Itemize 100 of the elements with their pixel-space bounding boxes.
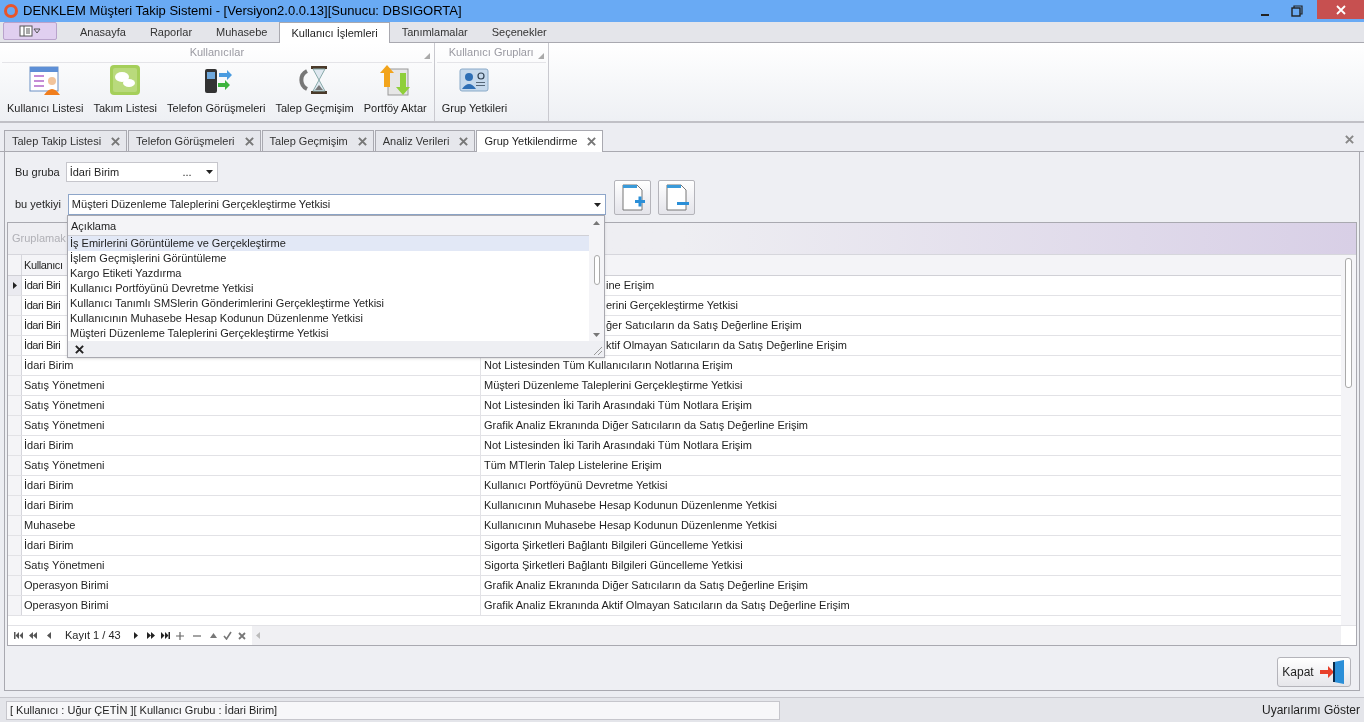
- dropdown-item[interactable]: İş Emirlerini Görüntüleme ve Gerçekleştirme: [68, 236, 589, 251]
- save-record-icon[interactable]: [222, 631, 232, 640]
- dropdown-item[interactable]: Kullanıcının Muhasebe Hesap Kodunun Düzenlenme Yetkisi: [68, 311, 589, 326]
- group-panel-hint: Gruplamak: [12, 231, 66, 247]
- table-cell-text: Muhasebe: [24, 518, 76, 534]
- group-dropdown[interactable]: İdari Birim ...: [65, 162, 218, 182]
- table-cell-text: Operasyon Birimi: [24, 598, 109, 614]
- first-record-icon[interactable]: [14, 632, 23, 639]
- ribbon-tab[interactable]: Anasayfa: [68, 22, 138, 42]
- restore-icon[interactable]: [1291, 5, 1303, 17]
- previous-record-icon[interactable]: [47, 632, 51, 639]
- close-window-button[interactable]: Kapat: [1277, 657, 1351, 687]
- add-button[interactable]: [614, 180, 651, 215]
- table-cell-text: İdari Birim: [24, 358, 74, 374]
- vertical-scrollbar[interactable]: [1341, 255, 1356, 625]
- table-cell-text: Operasyon Birimi: [24, 578, 109, 594]
- close-icon: [244, 136, 254, 146]
- last-record-icon[interactable]: [160, 632, 170, 639]
- ribbon-tab[interactable]: Raporlar: [137, 22, 205, 42]
- add-record-icon[interactable]: [175, 631, 184, 640]
- caret-icon: [593, 202, 601, 207]
- document-tab[interactable]: Telefon Görüşmeleri: [128, 130, 261, 151]
- resize-grip-icon[interactable]: [592, 345, 602, 355]
- table-cell-text: erini Gerçekleştirme Yetkisi: [606, 298, 739, 314]
- status-text: [ Kullanıcı : Uğur ÇETİN ][ Kullanıcı Grubu : İdari Birim]: [10, 702, 278, 718]
- close-icon: [357, 136, 367, 146]
- row-indicator-icon: [12, 282, 17, 289]
- scroll-down-icon: [593, 333, 600, 337]
- table-cell-text: Not Listesinden İki Tarih Arasındaki Tüm Notlara Erişim: [484, 398, 752, 414]
- table-cell-text: Tüm MTlerin Talep Listelerine Erişim: [484, 458, 662, 474]
- document-tab[interactable]: Talep Geçmişim: [261, 130, 374, 151]
- next-record-icon[interactable]: [133, 632, 138, 639]
- table-cell-text: Satış Yönetmeni: [24, 558, 105, 574]
- ribbon-tab[interactable]: Seçenekler: [479, 22, 559, 42]
- table-cell-text: İdari Biri: [24, 298, 61, 314]
- table-cell-text: ktif Olmayan Satıcıların da Satış Değerline Erişim: [606, 338, 847, 354]
- alerts-link[interactable]: Uyarılarımı Göster: [1262, 701, 1360, 719]
- dropdown-item[interactable]: Kargo Etiketi Yazdırma: [68, 266, 589, 281]
- popup-scrollbar[interactable]: [589, 216, 604, 341]
- table-cell-text: Grafik Analiz Ekranında Aktif Olmayan Satıcıların da Satış Değerline Erişim: [484, 598, 850, 614]
- previous-page-icon[interactable]: [29, 632, 37, 639]
- table-cell-text: ğer Satıcıların da Satış Değerline Erişim: [606, 318, 802, 334]
- close-icon: [587, 137, 597, 146]
- dropdown-item[interactable]: Müşteri Düzenleme Taleplerini Gerçekleştirme Yetkisi: [68, 326, 589, 341]
- dropdown-item[interactable]: Kullanıcı Tanımlı SMSlerin Gönderimlerini Gerçekleştirme Yetkisi: [68, 296, 589, 311]
- application-menu-button[interactable]: [3, 22, 57, 40]
- table-cell-text: Satış Yönetmeni: [24, 458, 105, 474]
- field-label: Bu gruba: [15, 164, 60, 180]
- table-cell-text: Satış Yönetmeni: [24, 378, 105, 394]
- close-all-tabs-icon[interactable]: [1345, 135, 1354, 144]
- column-header: Kullanıcı: [24, 257, 63, 273]
- ribbon-button[interactable]: Kullanıcı Listesi: [2, 62, 89, 121]
- ribbon-button[interactable]: Telefon Görüşmeleri: [162, 62, 271, 121]
- close-icon: [111, 136, 121, 146]
- remove-button[interactable]: [658, 180, 695, 215]
- table-cell-text: Satış Yönetmeni: [24, 418, 105, 434]
- cancel-record-icon[interactable]: [237, 631, 246, 640]
- document-tab[interactable]: Talep Takip Listesi: [4, 130, 128, 151]
- app-logo-icon: [4, 4, 18, 18]
- scroll-thumb[interactable]: [593, 255, 600, 285]
- scroll-up-icon: [593, 221, 600, 225]
- ribbon-tab[interactable]: Kullanıcı İşlemleri: [279, 22, 390, 43]
- caret-icon: [205, 170, 213, 174]
- dropdown-item[interactable]: Kullanıcı Portföyünü Devretme Yetkisi: [68, 281, 589, 296]
- window-title: DENKLEM Müşteri Takip Sistemi - [Versiyon2.0.0.13][Sunucu: DBSIGORTA]: [23, 2, 462, 21]
- row-header[interactable]: [8, 276, 22, 295]
- document-tab[interactable]: Grup Yetkilendirme: [476, 130, 604, 152]
- clear-icon[interactable]: [75, 344, 84, 354]
- group-expand-icon[interactable]: [537, 52, 544, 59]
- permission-dropdown[interactable]: Müşteri Düzenleme Taleplerini Gerçekleştirme Yetkisi: [67, 194, 606, 215]
- close-button[interactable]: [1317, 0, 1364, 19]
- table-cell-text: İdari Biri: [24, 338, 61, 354]
- dropdown-item[interactable]: İşlem Geçmişlerini Görüntüleme: [68, 251, 589, 266]
- table-cell-text: Grafik Analiz Ekranında Diğer Satıcıların da Satış Değerline Erişim: [484, 578, 809, 594]
- close-icon: [459, 136, 469, 146]
- group-expand-icon[interactable]: [423, 52, 430, 59]
- ribbon-button[interactable]: Talep Geçmişim: [270, 62, 359, 121]
- ribbon-tab[interactable]: Tanımlamalar: [389, 22, 480, 42]
- scroll-thumb[interactable]: [1345, 258, 1352, 388]
- table-cell-text: Kullanıcının Muhasebe Hesap Kodunun Düzenlenme Yetkisi: [484, 498, 777, 514]
- table-cell-text: Sigorta Şirketleri Bağlantı Bilgileri Güncelleme Yetkisi: [484, 558, 743, 574]
- exit-door-icon: [1319, 660, 1346, 684]
- ribbon-group-title: Kullanıcılar: [189, 45, 245, 60]
- remove-document-icon: [663, 183, 690, 212]
- edit-record-icon[interactable]: [209, 633, 217, 638]
- table-cell-text: İdari Birim: [24, 478, 74, 494]
- ribbon-button[interactable]: Takım Listesi: [88, 62, 162, 121]
- table-cell-text: Sigorta Şirketleri Bağlantı Bilgileri Güncelleme Yetkisi: [484, 538, 743, 554]
- table-cell-text: İdari Birim: [24, 498, 74, 514]
- column-header: Açıklama: [68, 216, 589, 236]
- ribbon-button[interactable]: Grup Yetkileri: [436, 62, 513, 121]
- next-page-icon[interactable]: [146, 632, 155, 639]
- ribbon-tab[interactable]: Muhasebe: [204, 22, 280, 42]
- ribbon-button[interactable]: Portföy Aktar: [358, 62, 432, 121]
- table-cell-text: İdari Biri: [24, 318, 61, 334]
- table-cell-text: İdari Birim: [24, 438, 74, 454]
- menu-icon: [19, 25, 41, 37]
- table-cell-text: Kullanıcı Portföyünü Devretme Yetkisi: [484, 478, 668, 494]
- document-tab[interactable]: Analiz Verileri: [374, 130, 476, 151]
- horizontal-scrollbar[interactable]: [251, 626, 1341, 645]
